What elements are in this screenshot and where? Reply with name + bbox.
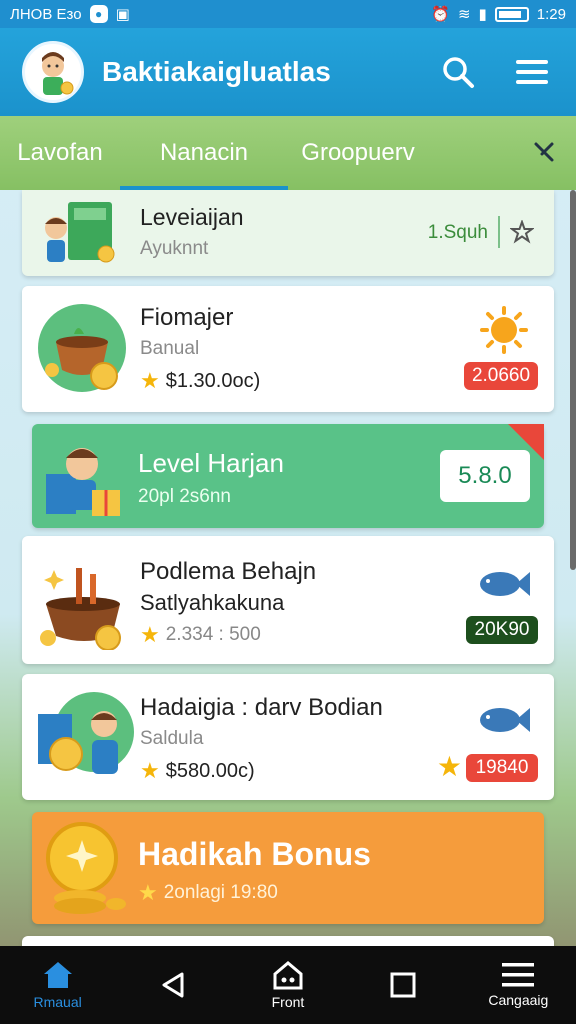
star-icon: ★ — [140, 368, 160, 393]
tab-bar: Lavofan Nanacin Groopuerv — [0, 116, 576, 190]
recents-icon — [390, 972, 416, 998]
item-title: Podlema Behajn — [140, 558, 317, 585]
signal-icon: ▮ — [478, 6, 487, 23]
app-bar: Baktiakaigluatlas — [0, 28, 576, 116]
back-icon — [162, 972, 184, 998]
item-title: Leveiaijan — [140, 204, 244, 230]
price-value: $580.00c) — [165, 759, 255, 782]
search-icon[interactable] — [436, 50, 480, 94]
menu-icon[interactable] — [510, 50, 554, 94]
nav-home[interactable]: Rmaual — [8, 946, 108, 1024]
star-badge-icon: ★ — [436, 751, 462, 782]
star-icon: ★ — [140, 758, 160, 783]
tab-groopuerv[interactable]: Groopuerv — [288, 116, 428, 190]
price-badge: 20K90 — [466, 616, 538, 644]
bonus-subtitle: ★ 2onlagi 19:80 — [138, 880, 278, 906]
item-list: Leveiaijan Ayuknnt 1.Squh Fiomajer Banua… — [0, 190, 576, 946]
star-icon: ★ — [140, 622, 160, 647]
notification-icon: ● — [89, 5, 108, 23]
character-gift-icon — [44, 434, 130, 520]
list-item[interactable]: Hadaigia : darv Bodian Saldula ★ $580.00… — [22, 674, 554, 800]
level-badge: 5.8.0 — [440, 450, 530, 502]
price-value: $1.30.0oc) — [165, 369, 261, 392]
wifi-icon: ≋ — [457, 6, 471, 23]
tab-lavofan[interactable]: Lavofan — [0, 116, 120, 190]
nav-front[interactable]: Front — [238, 946, 338, 1024]
price-badge: 2.0660 — [464, 362, 538, 390]
avatar[interactable] — [22, 41, 84, 103]
clock: 1:29 — [536, 5, 566, 23]
item-subtitle: 20pl 2s6nn — [138, 486, 231, 507]
item-subtitle: Saldula — [140, 728, 204, 749]
item-subtitle: Satlyahkakuna — [140, 590, 285, 615]
nav-menu[interactable]: Cangaaig — [468, 946, 568, 1024]
list-item[interactable]: Fiomajer Banual ★ $1.30.0oc) 2.0660 — [22, 286, 554, 412]
item-title: Fiomajer — [140, 304, 234, 331]
nav-home-label: Rmaual — [33, 994, 82, 1010]
item-price: ★ $1.30.0oc) — [140, 368, 260, 394]
divider — [498, 216, 500, 248]
character-box-icon — [40, 198, 124, 268]
menu-icon — [502, 963, 535, 987]
price-value: 2.334 : 500 — [165, 624, 261, 645]
price-badge: 19840 — [466, 754, 538, 782]
nav-recents[interactable] — [353, 946, 453, 1024]
gold-coins-icon — [42, 818, 128, 918]
item-subtitle: Banual — [140, 338, 200, 359]
nav-menu-label: Cangaaig — [488, 992, 549, 1008]
item-price: ★ 2.334 : 500 — [140, 622, 261, 648]
bottom-nav: Rmaual Front Cangaaig — [0, 946, 576, 1024]
item-title: Level Harjan — [138, 448, 284, 478]
character-coin-icon — [34, 688, 138, 788]
tab-nanacin[interactable]: Nanacin — [120, 116, 288, 190]
settings-star-icon[interactable] — [509, 219, 535, 249]
item-subtitle: Ayuknnt — [140, 238, 209, 259]
list-item[interactable]: Podlema Behajn Satlyahkakuna ★ 2.334 : 5… — [22, 536, 554, 664]
alarm-icon: ⏰ — [431, 6, 450, 23]
sun-icon — [480, 306, 528, 359]
scrollbar[interactable] — [570, 190, 576, 570]
star-icon: ★ — [138, 880, 158, 905]
nav-front-label: Front — [271, 994, 305, 1010]
bonus-title: Hadikah Bonus — [138, 836, 371, 872]
status-bar: ЛНОВ Езо ● ▣ ⏰ ≋ ▮ 1:29 — [0, 0, 576, 28]
bonus-card[interactable]: Hadikah Bonus ★ 2onlagi 19:80 — [32, 812, 544, 924]
item-price: ★ $580.00c) — [140, 758, 255, 784]
pot-coins-icon — [38, 304, 126, 392]
fish-icon — [476, 566, 532, 607]
carrier-label: ЛНОВ Езо — [10, 5, 82, 23]
pot-sparkle-icon — [36, 550, 136, 651]
item-title: Hadaigia : darv Bodian — [140, 694, 383, 721]
item-badge: 1.Squh — [427, 222, 488, 243]
fish-icon — [476, 702, 532, 743]
home-icon — [43, 962, 72, 988]
bonus-subtitle-text: 2onlagi 19:80 — [163, 882, 278, 903]
house-outline-icon — [273, 961, 303, 990]
list-item[interactable]: Level Harjan 20pl 2s6nn 5.8.0 — [32, 424, 544, 528]
battery-icon — [494, 6, 529, 22]
list-item[interactable] — [22, 936, 554, 946]
nav-back[interactable] — [123, 946, 223, 1024]
image-notification-icon: ▣ — [115, 6, 130, 23]
app-title: Baktiakaigluatlas — [102, 56, 331, 87]
chevron-right-icon[interactable] — [530, 138, 558, 171]
list-item[interactable]: Leveiaijan Ayuknnt 1.Squh — [22, 190, 554, 276]
